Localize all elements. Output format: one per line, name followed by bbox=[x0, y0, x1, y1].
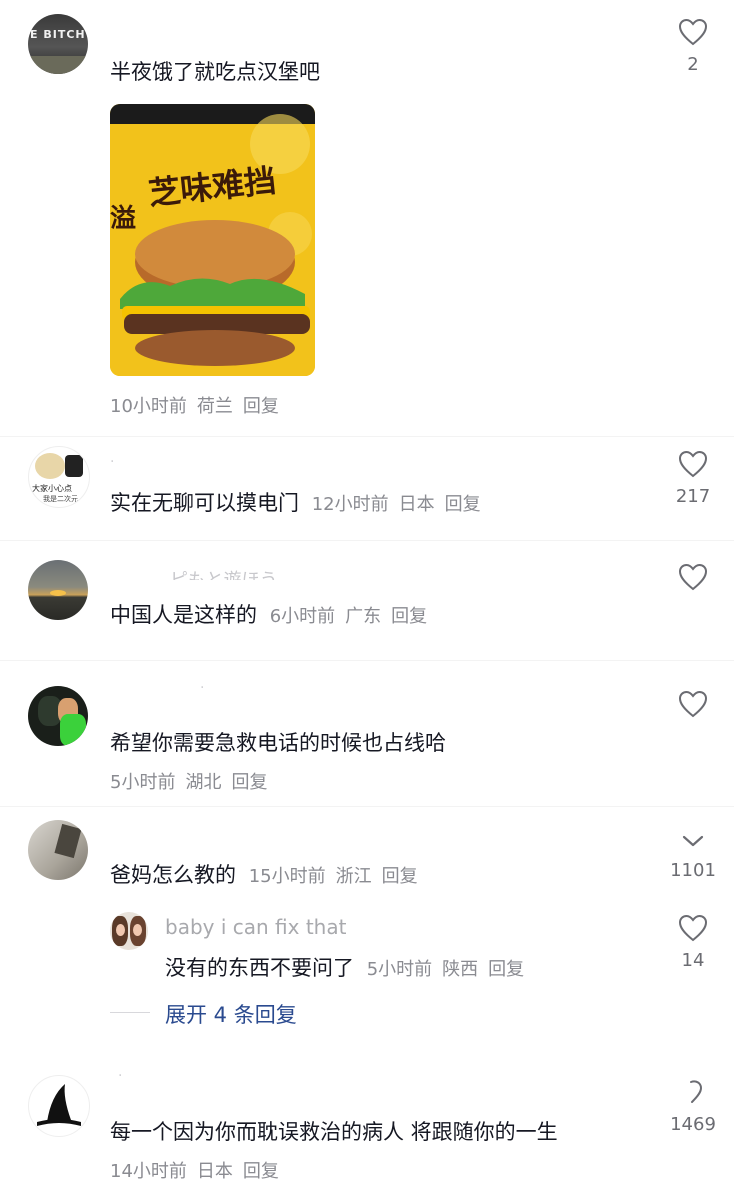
avatar[interactable] bbox=[28, 560, 88, 620]
comment-meta: 10小时前 荷兰 回复 bbox=[110, 392, 289, 418]
like-count: 1469 bbox=[670, 1114, 716, 1135]
comment-text: 每一个因为你而耽误救治的病人 将跟随你的一生 bbox=[110, 1120, 558, 1144]
comment-image[interactable]: 溢 芝味难挡 bbox=[110, 104, 315, 376]
avatar-text-line-2: 我是二次元 bbox=[43, 495, 78, 503]
comment-location: 荷兰 bbox=[196, 396, 233, 417]
like-count: 217 bbox=[675, 486, 711, 507]
witch-hat-icon bbox=[37, 1084, 81, 1126]
comment-time: 12小时前 bbox=[311, 494, 389, 515]
reply-button[interactable]: 回复 bbox=[488, 959, 524, 980]
comment-location: 日本 bbox=[196, 1161, 233, 1182]
username[interactable]: · bbox=[110, 454, 114, 470]
comment-time: 15小时前 bbox=[248, 866, 326, 887]
like-button[interactable]: 1101 bbox=[663, 830, 723, 881]
comment-text: 希望你需要急救电话的时候也占线哈 bbox=[110, 731, 446, 755]
username[interactable]: ピもと遊ほう bbox=[170, 566, 278, 580]
avatar-text-line-1: 大家小心点 bbox=[32, 484, 72, 493]
reply-button[interactable]: 回复 bbox=[445, 494, 481, 515]
comment-location: 日本 bbox=[398, 494, 435, 515]
avatar[interactable] bbox=[110, 912, 148, 950]
reply-button[interactable]: 回复 bbox=[231, 772, 267, 793]
chevron-down-icon bbox=[682, 835, 704, 847]
comment-text: 半夜饿了就吃点汉堡吧 bbox=[110, 60, 320, 84]
heart-outline-icon bbox=[678, 914, 708, 942]
comment-location: 湖北 bbox=[185, 772, 222, 793]
avatar[interactable] bbox=[28, 820, 88, 880]
comment-text: 中国人是这样的 6小时前 广东 回复 bbox=[110, 603, 428, 627]
comment-time: 5小时前 bbox=[110, 772, 176, 793]
like-button[interactable]: 2 bbox=[663, 18, 723, 75]
username[interactable]: · bbox=[200, 680, 204, 696]
like-button[interactable]: 14 bbox=[663, 914, 723, 971]
heart-outline-icon bbox=[678, 690, 708, 718]
like-button[interactable] bbox=[663, 563, 723, 591]
heart-outline-icon bbox=[678, 450, 708, 478]
avatar[interactable]: 大家小心点 我是二次元 bbox=[28, 446, 90, 508]
reply-username[interactable]: baby i can fix that bbox=[165, 915, 346, 939]
username[interactable]: · bbox=[118, 1068, 122, 1084]
comment-location: 浙江 bbox=[335, 866, 372, 887]
avatar[interactable] bbox=[28, 1075, 90, 1137]
burger-illustration bbox=[110, 104, 315, 376]
reply-button[interactable]: 回复 bbox=[243, 1161, 279, 1182]
heart-outline-icon bbox=[690, 1080, 703, 1103]
reply-button[interactable]: 回复 bbox=[382, 866, 418, 887]
comment-time: 10小时前 bbox=[110, 396, 187, 417]
like-button[interactable]: 1469 bbox=[663, 1078, 723, 1135]
comment-time: 6小时前 bbox=[269, 606, 336, 627]
reply-time: 5小时前 bbox=[366, 959, 433, 980]
avatar-text: E BITCH bbox=[30, 28, 86, 41]
avatar[interactable]: E BITCH bbox=[28, 14, 88, 74]
like-count: 14 bbox=[681, 950, 705, 971]
comment-text: 爸妈怎么教的 15小时前 浙江 回复 bbox=[110, 863, 418, 887]
reply-button[interactable]: 回复 bbox=[391, 606, 427, 627]
expand-replies-button[interactable]: 展开 4 条回复 bbox=[165, 999, 297, 1029]
heart-outline-icon bbox=[678, 18, 708, 46]
reply-location: 陕西 bbox=[442, 959, 479, 980]
reply-text: 没有的东西不要问了 5小时前 陕西 回复 bbox=[165, 956, 525, 980]
comment-meta: 14小时前 日本 回复 bbox=[110, 1157, 289, 1183]
comment-location: 广东 bbox=[345, 606, 382, 627]
like-button[interactable]: 217 bbox=[663, 450, 723, 507]
comment-time: 14小时前 bbox=[110, 1161, 187, 1182]
heart-outline-icon bbox=[678, 563, 708, 591]
like-count: 2 bbox=[687, 54, 699, 75]
like-button[interactable] bbox=[663, 690, 723, 718]
avatar[interactable] bbox=[28, 686, 88, 746]
comment-text: 实在无聊可以摸电门 12小时前 日本 回复 bbox=[110, 491, 481, 515]
expand-divider bbox=[110, 1012, 150, 1013]
reply-button[interactable]: 回复 bbox=[243, 396, 279, 417]
comment-meta: 5小时前 湖北 回复 bbox=[110, 768, 277, 794]
image-side-text: 溢 bbox=[110, 204, 137, 234]
like-count: 1101 bbox=[670, 860, 716, 881]
